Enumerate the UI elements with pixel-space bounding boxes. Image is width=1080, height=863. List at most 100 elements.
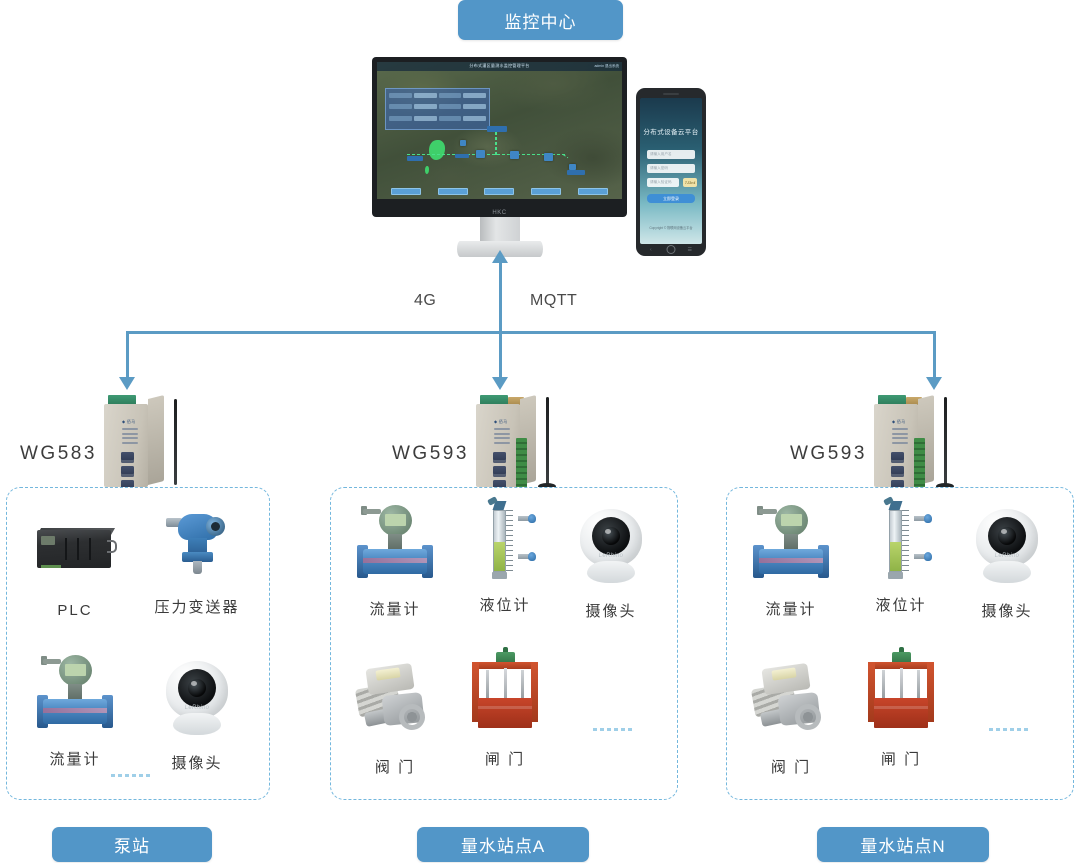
device-valve: 阀 门 [737, 658, 845, 777]
phone-body: 分布式设备云平台 请输入用户名 请输入密码 请输入验证码 7J3c4 立即登录 … [636, 88, 706, 256]
flow-meter-icon [341, 500, 449, 592]
device-sluice-gate: 闸 门 [847, 647, 955, 769]
device-flow-meter: 流量计 [341, 500, 449, 619]
device-label: 流量计 [369, 601, 421, 618]
gateway-label-wg593-n: WG593 [790, 443, 867, 464]
monitor-illustration: 分布式灌区量测水监控管理平台 admin 退出系统 HKC [372, 57, 627, 257]
gateway-brand-logo: ◆ 佰马 [892, 419, 906, 424]
downlink-arrow-icon [926, 377, 942, 390]
device-label: 压力变送器 [154, 599, 240, 616]
phone-speaker [663, 93, 679, 95]
device-plc: PLC [21, 504, 129, 619]
gateway-front-panel: ◆ 佰马 [476, 404, 527, 491]
gateway-device-wg583: ◆ 佰马 [90, 393, 210, 493]
app-title: 分布式设备云平台 [643, 129, 699, 136]
antenna-icon [546, 397, 549, 485]
device-camera: LeRhino 摄像头 [557, 502, 665, 621]
gateway-front-panel: ◆ 佰马 [104, 404, 148, 491]
camera-icon: LeRhino [557, 502, 665, 594]
device-label: 液位计 [479, 597, 531, 614]
dashboard-button[interactable] [391, 188, 422, 195]
home-button-icon[interactable] [666, 245, 676, 254]
device-sluice-gate: 闸 门 [451, 647, 559, 769]
monitor-bezel: 分布式灌区量测水监控管理平台 admin 退出系统 HKC [372, 57, 627, 217]
drop-line-station-n [933, 331, 936, 379]
map-label-tag [407, 156, 423, 161]
device-level-gauge: 液位计 [451, 496, 559, 615]
map-station-node [476, 150, 485, 158]
copyright-text: Copyright © 物联网设备云平台 [649, 226, 693, 230]
dashboard-title: 分布式灌区量测水监控管理平台 [469, 63, 530, 68]
station-footer-text: 量水站点N [860, 837, 946, 856]
username-field[interactable]: 请输入用户名 [647, 150, 695, 159]
device-valve: 阀 门 [341, 658, 449, 777]
password-field[interactable]: 请输入密码 [647, 164, 695, 173]
dashboard-button-bar[interactable] [377, 188, 622, 195]
device-label: 流量计 [765, 601, 817, 618]
dashboard-data-panel [385, 88, 490, 130]
captcha-field[interactable]: 请输入验证码 [647, 178, 679, 187]
monitoring-center-text: 监控中心 [504, 12, 577, 32]
drop-line-station-a [498, 331, 502, 379]
back-icon[interactable]: ‹ [650, 247, 652, 253]
gateway-device-wg593-a: ◆ 佰马 [462, 393, 582, 493]
more-devices-ellipsis [111, 774, 150, 777]
station-box-n: 流量计 液位计 LeRhino 摄像头 阀 门 闸 门 [726, 487, 1074, 800]
map-area-highlight [429, 140, 445, 160]
captcha-image[interactable]: 7J3c4 [683, 178, 697, 187]
map-marker [425, 166, 429, 174]
dashboard-button[interactable] [577, 188, 608, 195]
username-placeholder: 请输入用户名 [650, 152, 672, 156]
dashboard-button[interactable] [484, 188, 515, 195]
io-terminal-strip [516, 438, 527, 488]
level-gauge-icon [451, 496, 559, 588]
gateway-front-panel: ◆ 佰马 [874, 404, 925, 491]
station-footer-a: 量水站点A [417, 827, 589, 862]
gateway-device-wg593-n: ◆ 佰马 [860, 393, 980, 493]
antenna-icon [174, 399, 177, 485]
gateway-label-wg583: WG583 [20, 443, 97, 464]
device-label: 阀 门 [374, 759, 416, 776]
downlink-arrow-icon [491, 377, 508, 390]
menu-icon[interactable]: ☰ [688, 247, 692, 253]
camera-icon: LeRhino [953, 502, 1061, 594]
sluice-gate-icon [451, 647, 559, 742]
station-box-a: 流量计 液位计 LeRhino 摄像头 阀 门 闸 门 [330, 487, 678, 800]
dashboard-header: 分布式灌区量测水监控管理平台 admin 退出系统 [377, 62, 622, 71]
level-gauge-icon [847, 496, 955, 588]
device-label: PLC [57, 602, 93, 619]
device-label: 摄像头 [171, 755, 223, 772]
map-station-node [460, 140, 466, 146]
map-station-node [510, 151, 519, 159]
device-label: 液位计 [875, 597, 927, 614]
map-station-node [544, 153, 553, 161]
pressure-transmitter-icon [143, 498, 251, 590]
dashboard-button[interactable] [437, 188, 468, 195]
valve-icon [737, 658, 845, 750]
network-label-4g: 4G [414, 292, 437, 309]
password-placeholder: 请输入密码 [650, 166, 668, 170]
device-label: 阀 门 [770, 759, 812, 776]
distribution-bus-line [126, 331, 936, 334]
map-label-tag [487, 126, 507, 132]
map-channel-line [407, 154, 567, 155]
station-footer-text: 泵站 [114, 837, 150, 856]
device-label: 流量计 [49, 751, 101, 768]
dashboard-user: admin 退出系统 [594, 63, 619, 68]
downlink-arrow-icon [119, 377, 135, 390]
network-label-mqtt: MQTT [530, 292, 578, 309]
uplink-trunk-line [498, 262, 502, 332]
phone-screen: 分布式设备云平台 请输入用户名 请输入密码 请输入验证码 7J3c4 立即登录 … [640, 98, 702, 244]
antenna-icon [944, 397, 947, 485]
station-footer-pump: 泵站 [52, 827, 212, 862]
device-label: 摄像头 [585, 603, 637, 620]
status-led-strip [892, 428, 914, 446]
login-button[interactable]: 立即登录 [647, 194, 695, 203]
device-flow-meter: 流量计 [21, 650, 129, 769]
device-label: 闸 门 [880, 751, 922, 768]
plc-icon [21, 504, 129, 596]
status-led-strip [494, 428, 516, 446]
flow-meter-icon [737, 500, 845, 592]
monitor-stand-neck [479, 217, 520, 243]
dashboard-button[interactable] [531, 188, 562, 195]
